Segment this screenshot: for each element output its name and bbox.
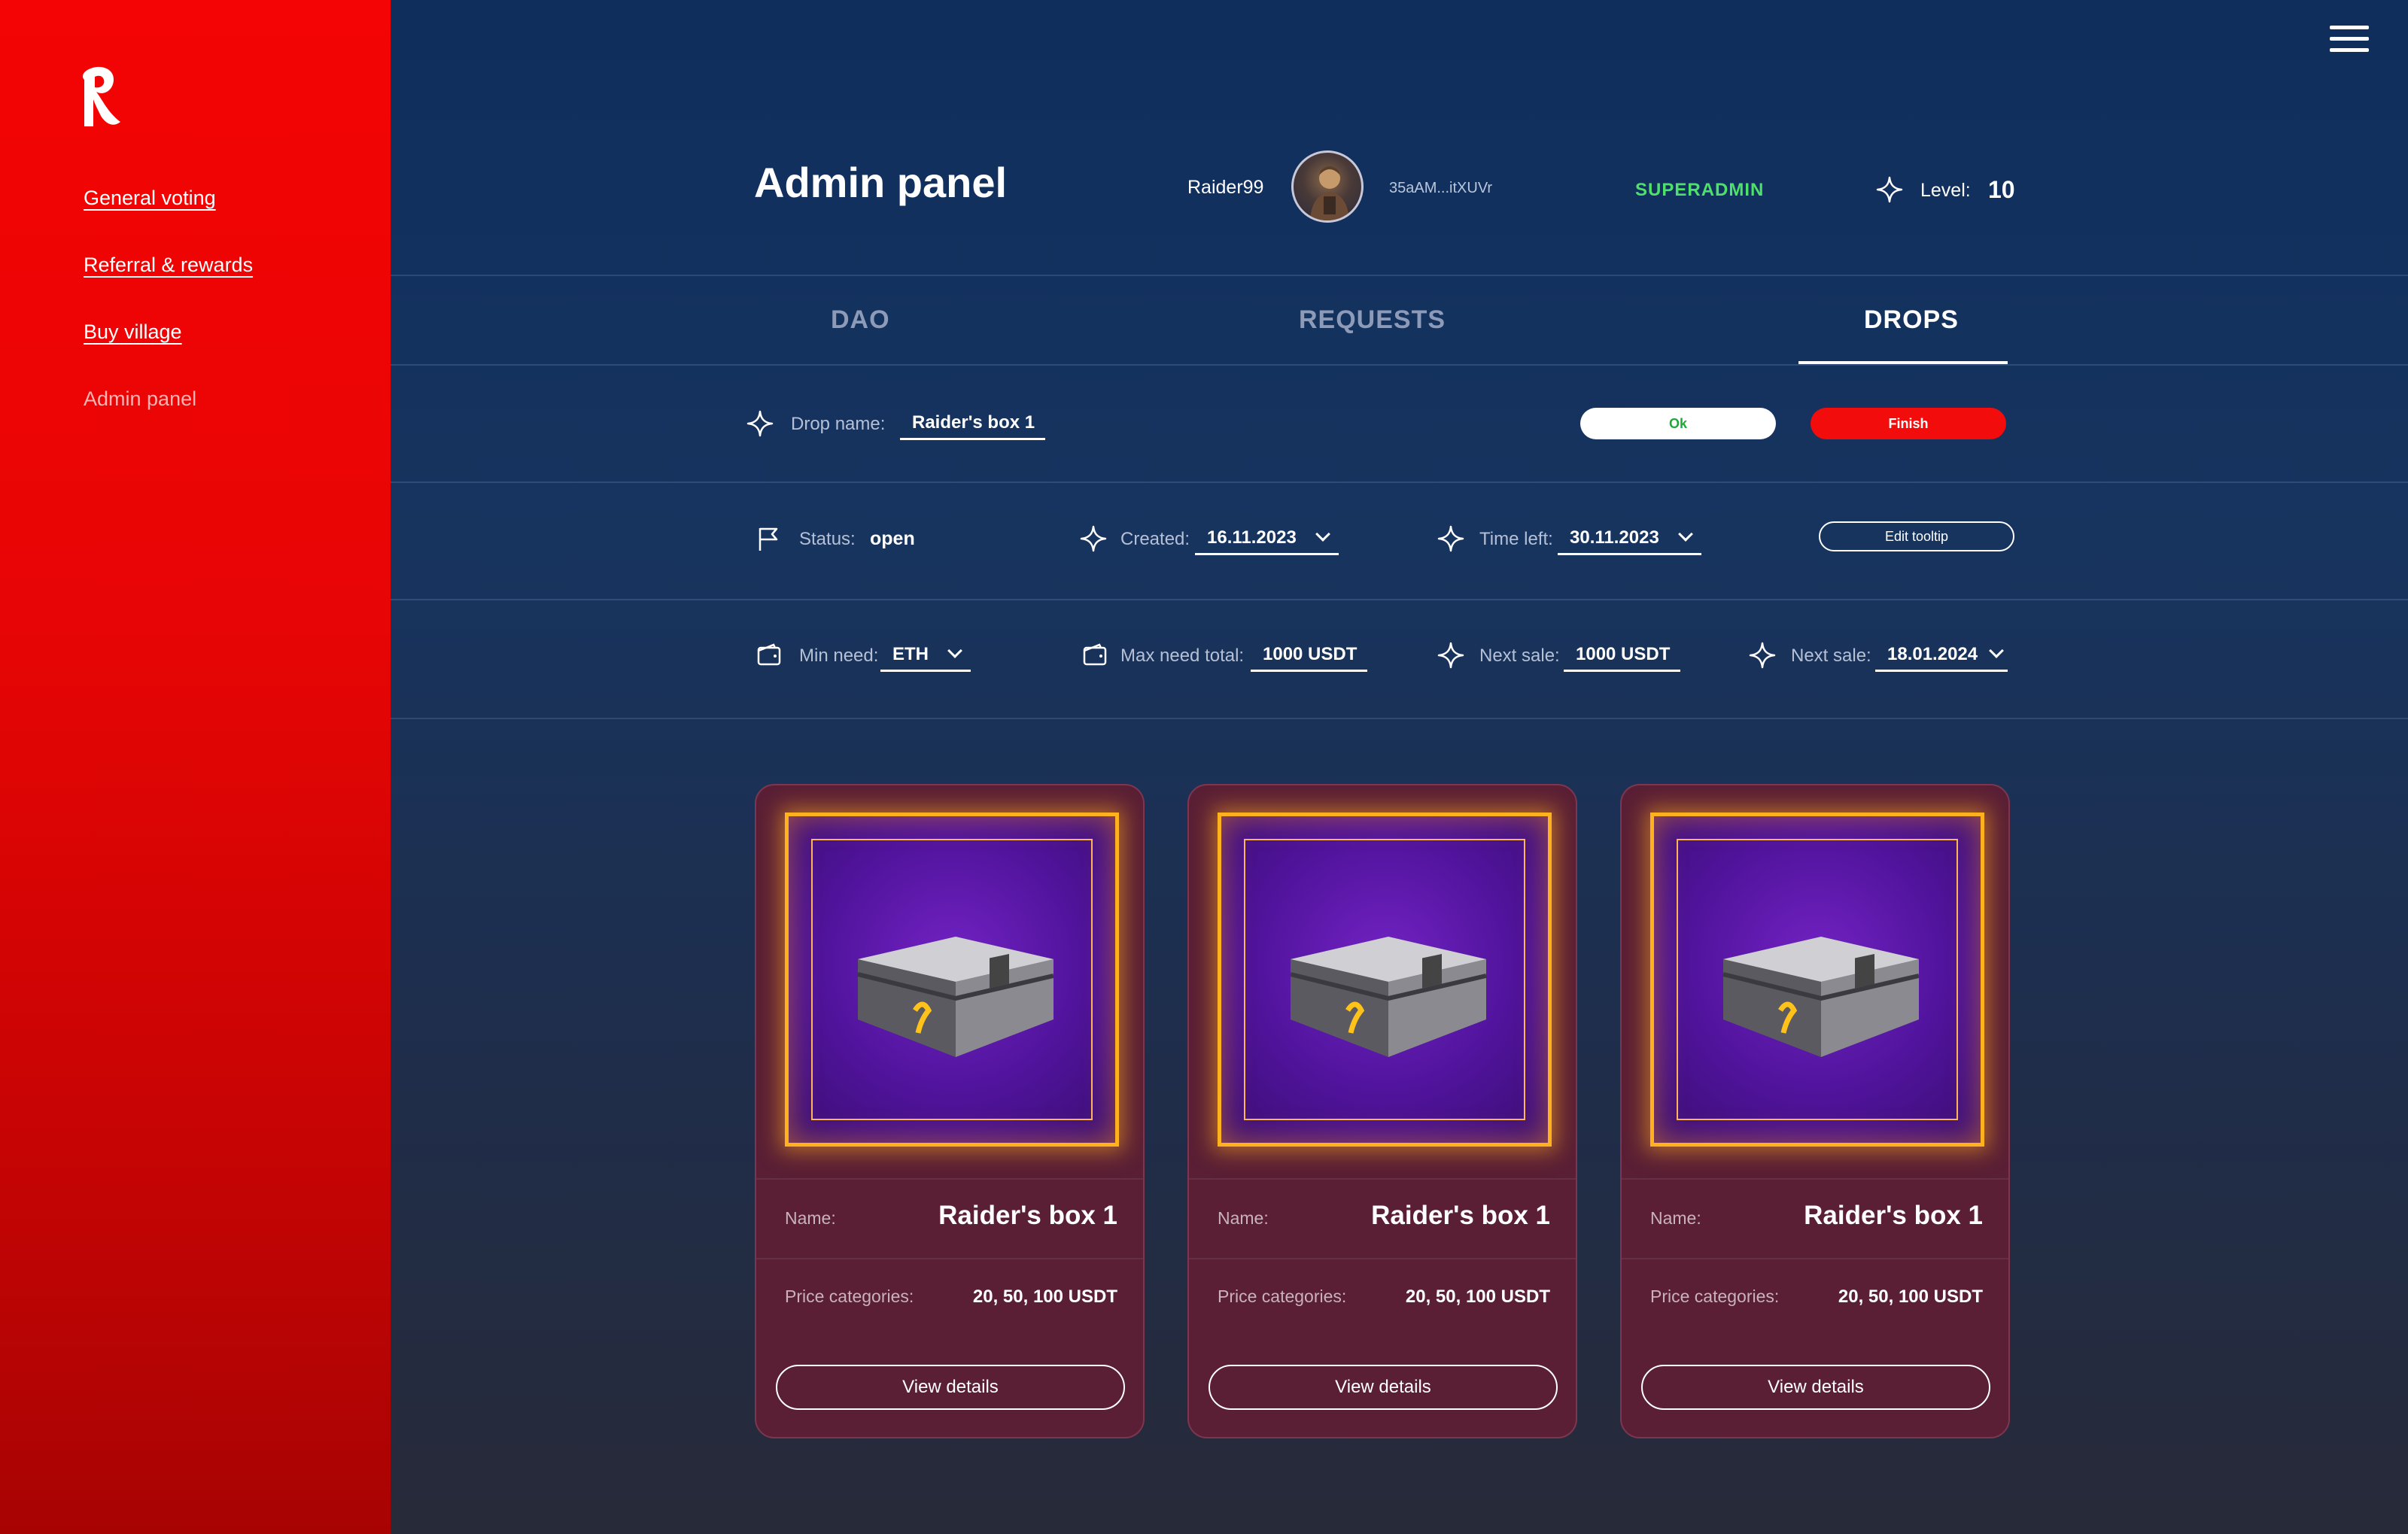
divider [391,481,2408,483]
card-price-label: Price categories: [1218,1286,1347,1306]
chevron-down-icon [947,643,962,658]
username: Raider99 [1187,177,1264,198]
divider [391,718,2408,719]
tab-drops[interactable]: DROPS [1864,305,1959,335]
wallet-address: 35aAM...itXUVr [1389,180,1493,196]
sidebar-item-buy-village[interactable]: Buy village [84,319,253,386]
drop-name-label: Drop name: [791,414,886,434]
divider [391,364,2408,366]
avatar[interactable] [1291,150,1364,223]
card-name-label: Name: [785,1208,836,1228]
sidebar-item-general-voting[interactable]: General voting [84,185,253,252]
finish-button[interactable]: Finish [1811,408,2006,439]
chest-icon [1290,937,1487,1057]
card-name-value: Raider's box 1 [1371,1201,1550,1230]
chest-icon [1722,937,1920,1057]
sparkle-icon [1437,642,1464,669]
role-badge: SUPERADMIN [1635,180,1765,200]
created-date-value: 16.11.2023 [1207,527,1297,548]
ok-button[interactable]: Ok [1580,408,1776,439]
page-title: Admin panel [754,159,1008,206]
card-price-value: 20, 50, 100 USDT [1405,1286,1550,1307]
level-label: Level: [1920,180,1971,201]
chevron-down-icon [1677,527,1693,542]
hamburger-menu-icon[interactable] [2330,26,2369,56]
sidebar-item-admin-panel[interactable]: Admin panel [84,386,253,453]
view-details-button[interactable]: View details [1641,1365,1990,1410]
flag-icon [759,527,778,551]
created-label: Created: [1120,529,1190,549]
drop-card: Name: Raider's box 1 Price categories: 2… [1620,784,2010,1438]
wallet-icon [1083,643,1107,666]
edit-tooltip-button[interactable]: Edit tooltip [1819,521,2014,551]
card-price-row: Price categories: 20, 50, 100 USDT [756,1258,1143,1338]
next-sale-label: Next sale: [1479,645,1560,666]
sidebar-item-referral-rewards[interactable]: Referral & rewards [84,252,253,319]
card-price-value: 20, 50, 100 USDT [972,1286,1117,1307]
sparkle-icon [1749,642,1776,669]
created-date-select[interactable]: 16.11.2023 [1195,527,1339,555]
sidebar-nav: General voting Referral & rewards Buy vi… [84,185,253,453]
card-price-label: Price categories: [1650,1286,1780,1306]
next-sale-date-select[interactable]: 18.01.2024 [1875,643,2008,672]
tab-dao[interactable]: DAO [831,305,890,335]
max-need-label: Max need total: [1120,645,1245,666]
card-price-row: Price categories: 20, 50, 100 USDT [1622,1258,2008,1338]
time-left-select[interactable]: 30.11.2023 [1558,527,1701,555]
drop-name-field[interactable]: Raider's box 1 [900,412,1046,440]
next-sale-field[interactable]: 1000 USDT [1564,644,1681,672]
chevron-down-icon [1989,643,2005,658]
card-name-row: Name: Raider's box 1 [1622,1178,2008,1258]
drop-card: Name: Raider's box 1 Price categories: 2… [755,784,1145,1438]
card-name-value: Raider's box 1 [1804,1201,1983,1230]
max-need-field[interactable]: 1000 USDT [1251,644,1368,672]
sparkle-icon [1437,525,1464,552]
wallet-icon [757,643,781,666]
chest-image [785,813,1119,1147]
card-name-label: Name: [1650,1208,1701,1228]
sidebar: General voting Referral & rewards Buy vi… [0,0,391,1534]
card-name-value: Raider's box 1 [938,1201,1117,1230]
min-need-label: Min need: [799,645,879,666]
card-name-row: Name: Raider's box 1 [1189,1178,1576,1258]
chest-icon [857,937,1054,1057]
chest-image [1650,813,1984,1147]
time-left-label: Time left: [1479,529,1553,549]
time-left-value: 30.11.2023 [1570,527,1659,548]
status-label: Status: [799,529,856,549]
min-need-select[interactable]: ETH [880,643,971,672]
card-price-label: Price categories: [785,1286,914,1306]
sparkle-icon [1876,176,1903,203]
level-value: 10 [1988,176,2015,203]
card-price-row: Price categories: 20, 50, 100 USDT [1189,1258,1576,1338]
card-name-row: Name: Raider's box 1 [756,1178,1143,1258]
status-value: open [870,528,915,549]
view-details-button[interactable]: View details [776,1365,1125,1410]
sparkle-icon [1080,525,1107,552]
chevron-down-icon [1315,527,1330,542]
card-price-value: 20, 50, 100 USDT [1838,1286,1983,1307]
sparkle-icon [746,410,774,437]
divider [391,599,2408,600]
drop-card: Name: Raider's box 1 Price categories: 2… [1187,784,1577,1438]
logo-icon[interactable] [78,65,123,129]
next-sale-date-value: 18.01.2024 [1887,644,1978,664]
min-need-value: ETH [892,644,929,664]
view-details-button[interactable]: View details [1209,1365,1558,1410]
next-sale-date-label: Next sale: [1791,645,1871,666]
divider [391,275,2408,276]
tab-requests[interactable]: REQUESTS [1299,305,1446,335]
chest-image [1218,813,1552,1147]
card-name-label: Name: [1218,1208,1269,1228]
